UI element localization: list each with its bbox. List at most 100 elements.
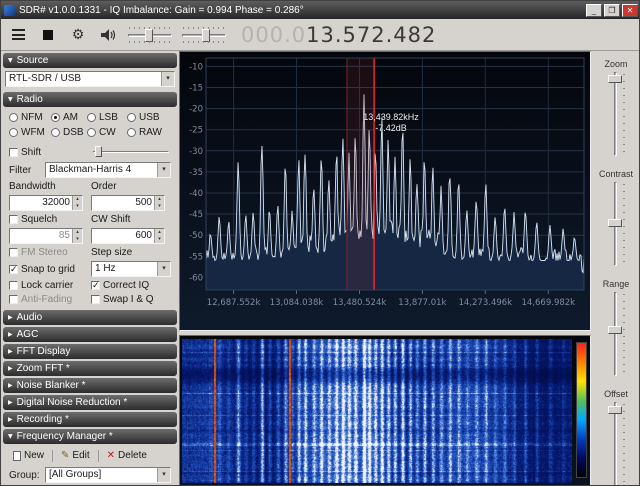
mode-dsb[interactable]: DSB [51,127,87,138]
spectrum-plot[interactable]: -10-15-20-25-30-35-40-45-50-55-6012,687.… [180,52,590,330]
offset-slider-label: Offset [591,389,640,399]
collapse-arrow-icon: ▶ [8,349,13,355]
dropdown-arrow-icon[interactable]: ▾ [157,262,170,276]
panel-audio-header[interactable]: ▶Audio [3,310,177,325]
checkbox-icon[interactable] [91,295,100,304]
collapse-arrow-icon: ▼ [8,97,13,103]
waterfall-canvas[interactable] [182,339,572,483]
mode-wfm[interactable]: WFM [9,127,51,138]
mode-cw[interactable]: CW [87,127,127,138]
bandwidth-input[interactable]: 32000 ▴▾ [9,195,83,211]
checkbox-icon[interactable] [9,215,18,224]
display-settings-bar: Zoom Contrast Range Offset [591,51,640,486]
mode-raw[interactable]: RAW [127,127,169,138]
zoom-slider[interactable] [607,72,625,156]
panel-fft-display-header[interactable]: ▶FFT Display [3,344,177,359]
offset-slider[interactable] [607,402,625,486]
dropdown-arrow-icon[interactable]: ▾ [157,163,170,177]
checkbox-icon[interactable] [9,295,18,304]
titlebar[interactable]: SDR# v1.0.0.1331 - IQ Imbalance: Gain = … [1,1,640,19]
cw-shift-input[interactable]: 600 ▴▾ [91,228,165,244]
mode-am[interactable]: AM [51,112,87,123]
checkbox-icon[interactable] [91,281,100,290]
spectrum-display[interactable]: -10-15-20-25-30-35-40-45-50-55-6012,687.… [179,51,591,331]
close-button[interactable]: ✕ [622,4,638,17]
aux-gain-slider[interactable] [181,25,227,45]
panel-radio-header[interactable]: ▼ Radio [3,92,177,107]
squelch-checkbox[interactable]: Squelch [9,214,91,225]
lock-carrier-checkbox[interactable]: Lock carrier [9,280,91,291]
radio-icon[interactable] [9,128,18,137]
volume-slider[interactable] [127,25,173,45]
checkbox-icon[interactable] [9,281,18,290]
group-select[interactable]: [All Groups] ▾ [45,467,171,483]
mode-nfm[interactable]: NFM [9,112,51,123]
svg-text:12,687.552k: 12,687.552k [207,298,261,308]
radio-icon[interactable] [127,113,136,122]
radio-icon[interactable] [87,113,96,122]
panel-dnr-header[interactable]: ▶Digital Noise Reduction * [3,395,177,410]
fm-delete-button[interactable]: ✕Delete [103,449,151,462]
zoom-slider-thumb[interactable] [608,75,622,83]
source-device-select[interactable]: RTL-SDR / USB ▾ [5,71,175,87]
waterfall-display[interactable] [179,335,591,486]
panel-zoom-fft-header[interactable]: ▶Zoom FFT * [3,361,177,376]
radio-icon[interactable] [51,113,60,122]
shift-slider[interactable] [93,145,171,159]
fm-edit-button[interactable]: ✎Edit [57,449,94,462]
correct-iq-checkbox[interactable]: Correct IQ [91,280,171,291]
swap-iq-checkbox[interactable]: Swap I & Q [91,294,171,305]
range-slider[interactable] [607,292,625,376]
shift-checkbox[interactable]: Shift [9,147,91,158]
radio-icon[interactable] [127,128,136,137]
radio-icon[interactable] [87,128,96,137]
settings-button[interactable]: ⚙ [67,24,89,46]
stop-button[interactable] [37,24,59,46]
spinner-buttons[interactable]: ▴▾ [72,196,82,210]
panel-recording-header[interactable]: ▶Recording * [3,412,177,427]
spin-up-icon: ▴ [155,196,164,203]
checkbox-icon[interactable] [9,148,18,157]
spin-up-icon: ▴ [73,229,82,236]
filter-select[interactable]: Blackman-Harris 4 ▾ [45,162,171,178]
range-slider-thumb[interactable] [608,326,622,334]
spinner-buttons[interactable]: ▴▾ [154,196,164,210]
window-title: SDR# v1.0.0.1331 - IQ Imbalance: Gain = … [19,5,586,16]
fm-new-button[interactable]: New [9,449,48,462]
radio-icon[interactable] [51,128,60,137]
anti-fading-checkbox[interactable]: Anti-Fading [9,294,91,305]
sdrsharp-window: SDR# v1.0.0.1331 - IQ Imbalance: Gain = … [0,0,640,486]
spinner-buttons[interactable]: ▴▾ [72,229,82,243]
minimize-button[interactable]: _ [586,4,602,17]
contrast-slider-label: Contrast [591,169,640,179]
panel-noise-blanker-header[interactable]: ▶Noise Blanker * [3,378,177,393]
contrast-slider-thumb[interactable] [608,219,622,227]
radio-icon[interactable] [9,113,18,122]
collapse-arrow-icon: ▶ [8,400,13,406]
demod-mode-group: NFM AM LSB USB WFM DSB CW RAW [5,110,175,142]
mode-lsb[interactable]: LSB [87,112,127,123]
dropdown-arrow-icon[interactable]: ▾ [161,72,174,86]
snap-to-grid-checkbox[interactable]: Snap to grid [9,264,91,275]
menu-button[interactable] [7,24,29,46]
checkbox-icon[interactable] [9,248,18,257]
mode-usb[interactable]: USB [127,112,169,123]
shift-slider-thumb[interactable] [95,146,102,157]
panel-source-header[interactable]: ▼ Source [3,53,177,68]
offset-slider-thumb[interactable] [608,406,622,414]
contrast-slider[interactable] [607,182,625,266]
spinner-buttons[interactable]: ▴▾ [154,229,164,243]
audio-mute-button[interactable] [97,24,119,46]
maximize-button[interactable]: ❐ [604,4,620,17]
frequency-display[interactable]: 000.013.572.482 [241,23,436,47]
panel-frequency-manager-header[interactable]: ▼ Frequency Manager * [3,429,177,444]
speaker-icon [100,28,117,42]
dropdown-arrow-icon[interactable]: ▾ [157,468,170,482]
step-size-select[interactable]: 1 Hz ▾ [91,261,171,277]
squelch-input[interactable]: 85 ▴▾ [9,228,83,244]
checkbox-icon[interactable] [9,265,18,274]
svg-text:-60: -60 [189,273,203,283]
panel-agc-header[interactable]: ▶AGC [3,327,177,342]
order-input[interactable]: 500 ▴▾ [91,195,165,211]
fm-stereo-checkbox[interactable]: FM Stereo [9,247,91,258]
